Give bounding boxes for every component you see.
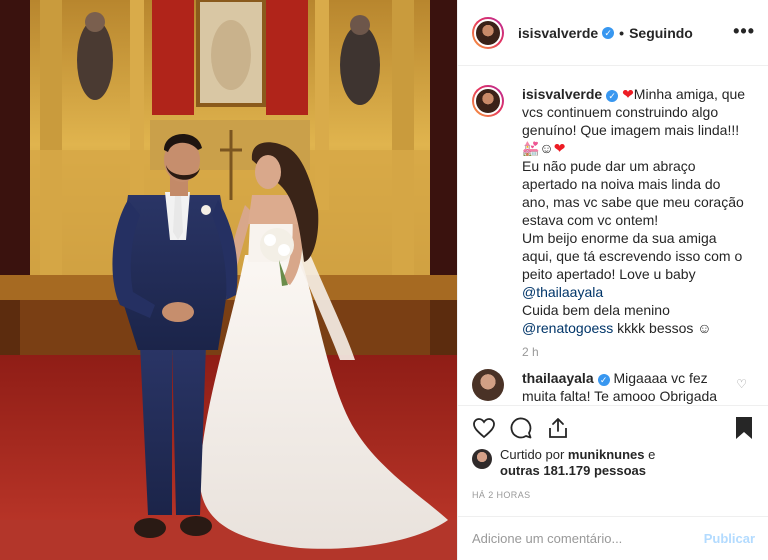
comment-input[interactable] xyxy=(472,531,704,546)
caption: isisvalverde ✓ ❤Minha amiga, que vcs cont… xyxy=(472,85,755,337)
like-comment-heart-icon[interactable]: ♡ xyxy=(736,377,747,391)
comments-list[interactable]: isisvalverde ✓ ❤Minha amiga, que vcs cont… xyxy=(458,67,768,405)
verified-icon: ✓ xyxy=(606,90,619,102)
likes-summary: Curtido por muniknunes e outras 181.179 … xyxy=(472,447,762,479)
caption-emoji-line: 💒☺ xyxy=(522,140,554,156)
post-time[interactable]: HÁ 2 HORAS xyxy=(472,490,531,500)
heart-icon[interactable] xyxy=(472,416,496,440)
avatar[interactable] xyxy=(472,16,504,49)
header-username[interactable]: isisvalverde xyxy=(518,25,598,41)
caption-text-2: Eu não pude dar um abraço apertado na no… xyxy=(522,158,744,228)
likes-user[interactable]: muniknunes xyxy=(568,447,645,462)
bookmark-icon[interactable] xyxy=(734,416,754,440)
liker-avatar[interactable] xyxy=(472,449,492,469)
caption-time[interactable]: 2 h xyxy=(522,345,755,359)
commenter-avatar[interactable] xyxy=(472,369,504,401)
post-header: isisvalverde ✓ • Seguindo ••• xyxy=(458,0,768,66)
publish-button[interactable]: Publicar xyxy=(704,531,755,546)
header-separator: • xyxy=(619,24,625,41)
heart-emoji-2: ❤ xyxy=(553,140,566,156)
caption-text-3: Um beijo enorme da sua amiga aqui, que t… xyxy=(522,230,743,282)
caption-username[interactable]: isisvalverde xyxy=(522,86,602,102)
caption-text-5: kkkk bessos ☺ xyxy=(613,320,712,336)
heart-emoji: ❤ xyxy=(622,86,634,102)
caption-text-4: Cuida bem dela menino xyxy=(522,302,670,318)
post-photo[interactable] xyxy=(0,0,457,560)
likes-text: Curtido por muniknunes e outras 181.179 … xyxy=(500,447,762,479)
likes-prefix: Curtido por xyxy=(500,447,568,462)
likes-connector: e xyxy=(644,447,656,462)
caption-text: isisvalverde ✓ ❤Minha amiga, que vcs cont… xyxy=(522,85,748,337)
verified-icon: ✓ xyxy=(602,26,615,39)
post: isisvalverde ✓ • Seguindo ••• isisvalver… xyxy=(0,0,768,560)
post-side-panel: isisvalverde ✓ • Seguindo ••• isisvalver… xyxy=(457,0,768,560)
following-button[interactable]: Seguindo xyxy=(629,25,693,41)
more-icon[interactable]: ••• xyxy=(733,22,755,40)
comment-username[interactable]: thailaayala xyxy=(522,370,594,386)
comment-text: thailaayala ✓ Migaaaa vc fez muita falta!… xyxy=(522,369,732,405)
wedding-photo xyxy=(0,0,457,560)
share-icon[interactable] xyxy=(546,416,570,440)
verified-icon: ✓ xyxy=(597,374,610,386)
comment-row: thailaayala ✓ Migaaaa vc fez muita falta!… xyxy=(472,369,755,405)
action-bar xyxy=(458,405,768,445)
mention-thailaayala[interactable]: @thailaayala xyxy=(522,284,603,300)
add-comment-bar: Publicar xyxy=(458,516,768,560)
comment-icon[interactable] xyxy=(509,416,533,440)
mention-renatogoess[interactable]: @renatogoess xyxy=(522,320,613,336)
caption-avatar[interactable] xyxy=(472,85,504,117)
likes-others[interactable]: outras 181.179 pessoas xyxy=(500,463,646,478)
